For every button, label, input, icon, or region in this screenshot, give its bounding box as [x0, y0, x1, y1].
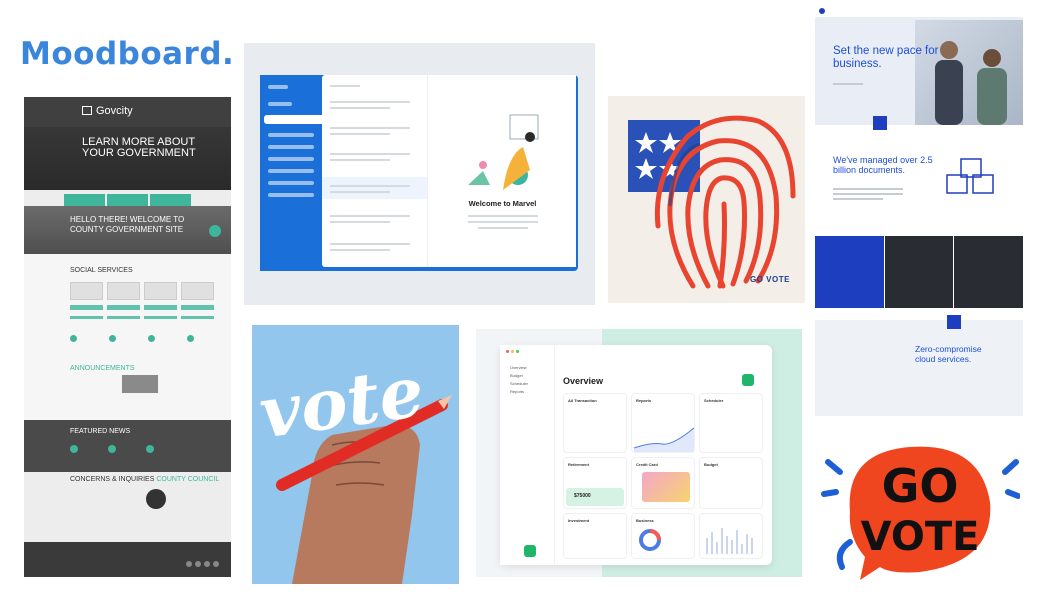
marvel-inbox-list [322, 75, 427, 267]
dashboard-card-scheduler: Scheduler [699, 393, 763, 453]
govcity-hero-text: LEARN MORE ABOUT YOUR GOVERNMENT [82, 136, 196, 159]
marvel-window: Welcome to Marvel [260, 75, 578, 271]
govcity-concerns-heading: CONCERNS & INQUIRIES COUNTY COUNCIL [70, 476, 220, 483]
dashboard-mockup: Overview Budget Scheduler Reports Overvi… [476, 329, 802, 577]
govcity-featured-band: FEATURED NEWS [24, 420, 231, 472]
marvel-welcome: Welcome to Marvel [468, 199, 537, 208]
dashboard-card-business: Business [631, 513, 695, 559]
dashboard-card-bars [699, 513, 763, 559]
moodboard-page: Moodboard. Govcity LEARN MORE ABOUT YOUR… [0, 0, 1046, 600]
business-hero-photo [915, 20, 1023, 125]
vote-hand-art: vote [254, 349, 452, 584]
building-icon [82, 106, 92, 115]
dashboard-card-transactions: All Transaction [563, 393, 627, 453]
govcity-service-dots [70, 335, 194, 342]
marvel-sidebar [260, 75, 322, 271]
business-docs-graphic [946, 158, 994, 194]
business-site-mockup: Set the new pace for business. We've man… [815, 5, 1023, 416]
dashboard-nav-scheduler[interactable]: Scheduler [510, 381, 528, 386]
dashboard-card-reports: Reports [631, 393, 695, 453]
govcity-footer [24, 542, 231, 577]
dashboard-nav-budget[interactable]: Budget [510, 373, 523, 378]
fingerprint-flag-poster: GO VOTE [608, 96, 805, 303]
go-vote-line1: GO [882, 459, 959, 513]
govcity-social-heading: SOCIAL SERVICES [70, 267, 133, 274]
govcity-service-titles [70, 305, 214, 319]
govcity-logo: Govcity [82, 105, 133, 117]
govcity-hello: HELLO THERE! WELCOME TO COUNTY GOVERNMEN… [70, 215, 185, 234]
govcity-mockup: Govcity LEARN MORE ABOUT YOUR GOVERNMENT… [24, 97, 231, 577]
dashboard-fab[interactable] [524, 545, 536, 557]
business-cloud-heading: Zero-compromise cloud services. [915, 344, 982, 364]
go-vote-sticker: GO VOTE [820, 432, 1020, 582]
dashboard-card-investment: Investment [563, 513, 627, 559]
go-vote-line2: VOTE [861, 514, 980, 560]
govcity-tabs [24, 194, 231, 206]
govcity-seal [146, 489, 166, 509]
marvel-email-mockup: Welcome to Marvel [244, 43, 595, 305]
dashboard-nav-reports[interactable]: Reports [510, 389, 524, 394]
fingerprint-go-vote-text: GO VOTE [750, 275, 790, 284]
dashboard-app: Overview Budget Scheduler Reports Overvi… [500, 345, 772, 565]
fingerprint-flag-art [628, 115, 796, 289]
govcity-featured-heading: FEATURED NEWS [70, 428, 131, 435]
dashboard-nav-overview[interactable]: Overview [510, 365, 527, 370]
dashboard-sidebar: Overview Budget Scheduler Reports [500, 345, 555, 565]
govcity-service-cards [70, 282, 214, 300]
business-cloud-section [815, 320, 1023, 416]
business-nav [815, 5, 1023, 17]
vote-hand-poster: vote [252, 325, 459, 584]
page-title: Moodboard. [20, 36, 235, 72]
business-dark-cards [815, 236, 1023, 308]
marvel-reading-pane: Welcome to Marvel [427, 75, 576, 267]
business-documents-heading: We've managed over 2.5 billion documents… [833, 155, 933, 175]
govcity-social-icons [186, 561, 219, 567]
dashboard-card-credit: Credit Card [631, 457, 695, 509]
business-cloud-icon [947, 315, 961, 329]
business-headline: Set the new pace for business. [833, 45, 939, 70]
marvel-illustration [468, 114, 539, 190]
dashboard-title: Overview [563, 376, 604, 386]
dashboard-add-button[interactable] [742, 374, 754, 386]
govcity-fab [209, 225, 221, 237]
govcity-announcement-image [122, 375, 158, 393]
govcity-announcements-heading: ANNOUNCEMENTS [70, 365, 135, 372]
business-accent-square [873, 116, 887, 130]
dashboard-card-retirement: Retirement $75000 [563, 457, 627, 509]
go-vote-art: GO VOTE [821, 446, 1020, 580]
dashboard-card-budget: Budget [699, 457, 763, 509]
